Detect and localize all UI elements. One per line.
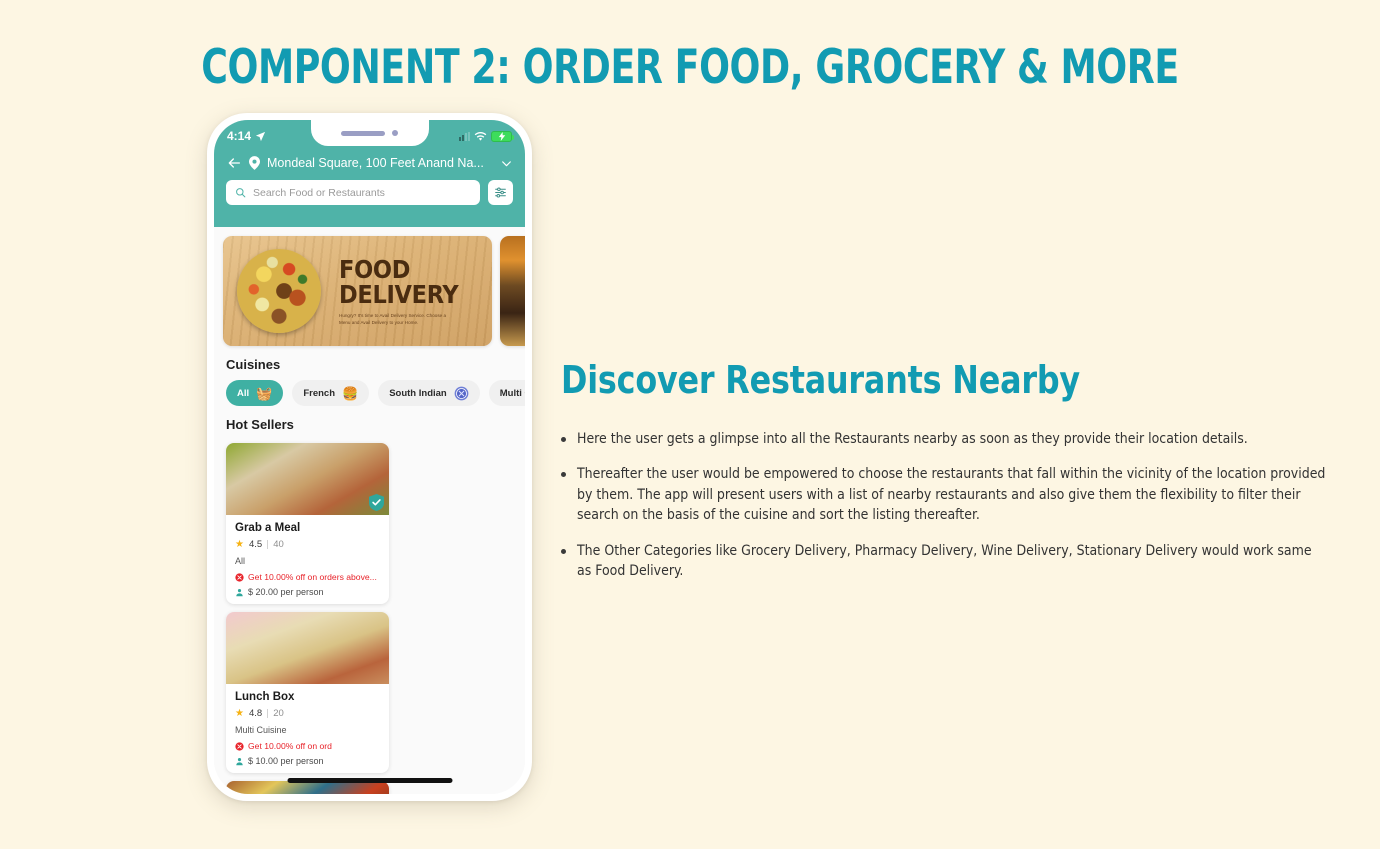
list-item: The Other Categories like Grocery Delive… [561,541,1351,582]
restaurant-name: Lunch Box [235,691,295,703]
bullet-text: Here the user gets a glimpse into all th… [577,431,1248,447]
offer-text: Get 10.00% off on ord [248,741,332,751]
south-indian-icon [454,386,469,400]
restaurant-cuisine: Multi Cuisine [235,725,287,735]
cuisine-chip-multi-cuisine[interactable]: Multi Cu [488,380,525,406]
rating-value: 4.5 [248,539,263,550]
filter-sliders-icon [495,187,506,198]
battery-charging-icon [491,130,514,142]
earpiece-speaker [341,130,385,136]
restaurant-image [226,443,389,515]
banner-text: FOOD DELIVERY Hungry? It's time to Avail… [339,255,459,326]
restaurant-list: Grab a Meal ★ 4.5 40 All Get 10.00% off … [214,432,525,794]
search-icon [236,188,246,198]
bullet-dot [561,548,566,554]
restaurant-offer: Get 10.00% off on ord [226,735,389,751]
cuisine-chip-label: South Indian [389,387,447,399]
restaurant-price: $ 10.00 per person [226,751,389,766]
cuisine-chip-label: All [237,387,250,399]
status-time: 4:14 [227,129,252,143]
person-icon [236,757,243,765]
location-bar[interactable]: Mondeal Square, 100 Feet Anand Na... [214,147,525,171]
bullet-text: Thereafter the user would be empowered t… [577,466,1326,524]
home-indicator[interactable] [287,778,452,783]
promo-banner-carousel[interactable]: FOOD DELIVERY Hungry? It's time to Avail… [214,227,525,346]
restaurant-cuisine: All [235,556,246,566]
restaurant-offer: Get 10.00% off on orders above... [226,566,389,582]
cuisine-chip-south-indian[interactable]: South Indian [378,380,480,406]
banner-subtext: Hungry? It's time to Avail Delivery Serv… [339,313,447,325]
search-row: Search Food or Restaurants [214,171,525,205]
cuisine-chip-label: French [303,387,336,399]
restaurant-rating: ★ 4.8 20 [226,703,389,719]
list-item: Here the user gets a glimpse into all th… [561,429,1351,449]
banner-line2: DELIVERY [339,279,459,309]
status-right [459,130,514,142]
hot-sellers-heading: Hot Sellers [226,417,294,432]
front-camera [392,130,398,136]
banner-line1: FOOD [339,255,411,284]
restaurant-card[interactable]: Lunch Box ★ 4.8 20 Multi Cuisine Get 10.… [226,612,389,773]
page-title: COMPONENT 2: ORDER FOOD, GROCERY & MORE [201,40,1179,95]
map-pin-icon [249,156,260,170]
slide-canvas: COMPONENT 2: ORDER FOOD, GROCERY & MORE … [0,0,1380,849]
wifi-icon [474,131,487,141]
review-count: 40 [273,539,284,550]
promo-banner-secondary[interactable] [500,236,525,346]
list-item: Thereafter the user would be empowered t… [561,464,1351,525]
review-count: 20 [273,708,284,719]
star-icon: ★ [235,708,244,719]
cuisines-heading: Cuisines [226,357,281,372]
burger-drink-icon: 🍔 [342,385,359,401]
cuisine-chip-label: Multi Cu [499,387,525,399]
price-text: $ 20.00 per person [248,587,324,597]
restaurant-name: Grab a Meal [235,522,301,534]
search-input[interactable]: Search Food or Restaurants [226,180,480,205]
back-arrow-icon[interactable] [226,155,242,171]
description-panel: Discover Restaurants Nearby Here the use… [561,358,1351,597]
phone-notch [310,120,429,146]
status-left: 4:14 [227,129,266,143]
phone-screen: 4:14 Mondeal Square, 100 Feet Anand Na..… [214,120,525,794]
section-heading: Discover Restaurants Nearby [561,358,1080,402]
offer-tag-icon [235,572,244,582]
offer-tag-icon [235,741,244,751]
phone-mockup: 4:14 Mondeal Square, 100 Feet Anand Na..… [207,113,532,801]
chevron-down-icon[interactable] [500,157,513,170]
verified-badge [369,494,384,511]
filter-button[interactable] [488,180,513,205]
rating-value: 4.8 [248,708,263,719]
bullet-list: Here the user gets a glimpse into all th… [561,429,1351,582]
biryani-plate-image [237,249,321,333]
location-text: Mondeal Square, 100 Feet Anand Na... [267,156,484,170]
bullet-dot [561,472,566,478]
signal-bars-icon [459,131,470,141]
cuisine-filter-list[interactable]: All 🧺 French 🍔 South Indian Multi [214,372,525,406]
app-content: FOOD DELIVERY Hungry? It's time to Avail… [214,227,525,794]
basket-icon: 🧺 [256,385,273,401]
cuisine-chip-french[interactable]: French 🍔 [292,380,370,406]
restaurant-rating: ★ 4.5 40 [226,534,389,550]
restaurant-price: $ 20.00 per person [226,582,389,597]
app-header: 4:14 Mondeal Square, 100 Feet Anand Na..… [214,120,525,227]
search-placeholder: Search Food or Restaurants [253,186,385,199]
restaurant-card[interactable]: Grab a Meal ★ 4.5 40 All Get 10.00% off … [226,443,389,604]
offer-text: Get 10.00% off on orders above... [248,572,377,582]
person-icon [236,588,243,596]
bullet-dot [561,437,566,442]
star-icon: ★ [235,539,244,550]
price-text: $ 10.00 per person [248,756,324,766]
cuisine-chip-all[interactable]: All 🧺 [226,380,284,406]
bullet-text: The Other Categories like Grocery Delive… [577,542,1312,580]
promo-banner-primary[interactable]: FOOD DELIVERY Hungry? It's time to Avail… [223,236,492,346]
restaurant-image [226,612,389,684]
location-arrow-icon [255,131,266,141]
